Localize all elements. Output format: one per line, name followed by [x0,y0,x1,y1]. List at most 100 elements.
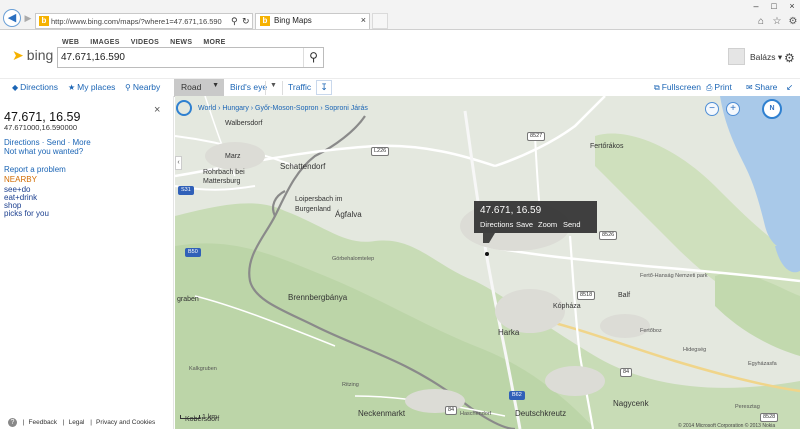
refresh-icon[interactable]: ↻ [242,14,250,28]
road-view-button[interactable]: Road ▼ [174,79,224,97]
print-icon: ⎙ [706,83,713,92]
help-icon[interactable]: ? [8,418,17,427]
popup-zoom-link[interactable]: Zoom [538,220,557,229]
rotate-compass-button[interactable]: N [762,99,782,119]
map-label: Harka [498,328,520,337]
fullscreen-button[interactable]: ⧉ Fullscreen [654,82,701,93]
browser-chrome: ◀ ▶ b ⚲ ↻ b Bing Maps × – □ × ⌂ ☆ ⚙ [0,0,800,30]
chevron-down-icon[interactable]: ▼ [270,82,277,89]
road-number-badge: 84 [445,406,458,415]
address-bar[interactable]: b ⚲ ↻ [35,13,253,29]
search-input[interactable] [61,50,301,65]
minimize-icon[interactable]: – [748,0,764,12]
map-label: Fertőboz [640,328,662,334]
directions-icon: ◆ [12,83,19,92]
forward-button[interactable]: ▶ [22,12,34,24]
close-panel-icon[interactable]: × [154,104,160,116]
map-canvas[interactable]: World › Hungary › Győr-Moson-Sopron › So… [175,96,800,429]
map-label: Kalkgruben [189,366,217,372]
road-number-badge: 8528 [760,413,779,422]
home-icon[interactable]: ⌂ [755,16,767,28]
road-number-badge: B62 [509,391,525,400]
feedback-link[interactable]: Feedback [29,419,58,426]
new-tab-button[interactable] [372,13,388,29]
map-label: Burgenland [295,206,331,213]
directions-button[interactable]: ◆ Directions [12,82,58,92]
location-popup: 47.671, 16.59 Directions Save Zoom Send [474,201,597,233]
nav-images[interactable]: IMAGES [90,39,119,46]
share-button[interactable]: ✉ Share [746,82,777,92]
map-label: Deutschkreutz [515,409,567,418]
map-label: graben [177,296,199,303]
popup-directions-link[interactable]: Directions [480,220,513,229]
my-places-button[interactable]: ★ My places [68,82,115,92]
bing-favicon-icon: b [260,16,270,26]
map-toolbar: ◆ Directions ★ My places ⚲ Nearby Road ▼ Bi… [0,78,800,97]
zoom-out-button[interactable]: − [705,102,719,116]
map-label: Ágfalva [335,210,362,219]
chevron-down-icon[interactable]: ▼ [212,82,219,89]
user-name[interactable]: Balázs ▾ [750,52,782,63]
privacy-link[interactable]: Privacy and Cookies [96,419,155,426]
road-number-badge: 8526 [599,231,618,240]
map-label: Peresztag [735,404,760,410]
tab-bing-maps[interactable]: b Bing Maps × [255,13,370,29]
map-copyright: © 2014 Microsoft Corporation © 2013 Noki… [678,423,776,429]
bing-top-nav: WEB IMAGES VIDEOS NEWS MORE [62,35,234,47]
map-label: Brennbergbánya [288,293,348,302]
url-input[interactable] [51,15,226,28]
favorites-star-icon[interactable]: ☆ [771,16,783,28]
legal-link[interactable]: Legal [69,419,85,426]
birds-eye-button[interactable]: Bird's eye [230,82,267,92]
collapse-panel-icon[interactable]: ‹ [175,156,182,170]
zoom-in-button[interactable]: + [726,102,740,116]
fullscreen-icon: ⧉ [654,83,660,92]
print-button[interactable]: ⎙ Print [706,82,732,93]
search-button[interactable]: ⚲ [303,48,323,67]
tab-title: Bing Maps [274,16,312,25]
not-what-you-wanted-link[interactable]: Not what you wanted? [4,147,83,156]
location-pin-icon[interactable] [485,252,489,256]
left-panel: 47.671, 16.59 47.671000,16.590000 × Dire… [0,96,174,429]
road-number-badge: S31 [178,186,194,195]
map-label: Kópháza [553,303,581,310]
location-title: 47.671, 16.59 [4,110,81,124]
road-number-badge: 84 [620,368,633,377]
search-icon[interactable]: ⚲ [231,14,238,28]
road-number-badge: 8527 [527,132,546,141]
popup-send-link[interactable]: Send [563,220,581,229]
nearby-button[interactable]: ⚲ Nearby [125,82,160,92]
popup-pointer [483,233,495,243]
nearby-icon: ⚲ [125,83,131,92]
nav-more[interactable]: MORE [203,39,225,46]
popup-save-link[interactable]: Save [516,220,533,229]
back-button[interactable]: ◀ [3,9,21,27]
avatar[interactable] [728,48,745,65]
map-label: Nagycenk [613,399,649,408]
nav-videos[interactable]: VIDEOS [131,39,159,46]
map-label: Balf [618,292,631,299]
close-window-icon[interactable]: × [784,0,800,12]
road-number-badge: L226 [371,147,390,156]
bing-favicon-icon: b [39,16,49,26]
nearby-picks-link[interactable]: picks for you [4,209,49,218]
tools-gear-icon[interactable]: ⚙ [787,16,799,28]
bing-logo-icon: ➤ [12,47,24,63]
collapse-arrow-icon[interactable]: ↙ [786,82,793,93]
road-number-badge: B50 [185,248,201,257]
download-icon[interactable]: ↧ [316,80,332,95]
locate-icon[interactable] [176,100,192,116]
map-label: Hidegség [683,347,707,353]
location-coordinates: 47.671000,16.590000 [4,123,77,132]
location-actions-links[interactable]: Directions · Send · More [4,138,91,147]
report-problem-link[interactable]: Report a problem [4,165,66,174]
traffic-button[interactable]: Traffic [288,82,311,92]
map-label: Mattersburg [203,178,241,185]
nav-web[interactable]: WEB [62,39,79,46]
settings-gear-icon[interactable]: ⚙ [784,51,795,65]
bing-logo[interactable]: ➤ bing [12,47,53,64]
maximize-icon[interactable]: □ [766,0,782,12]
close-tab-icon[interactable]: × [361,15,366,25]
nav-news[interactable]: NEWS [170,39,192,46]
map-label: Neckenmarkt [358,409,406,418]
